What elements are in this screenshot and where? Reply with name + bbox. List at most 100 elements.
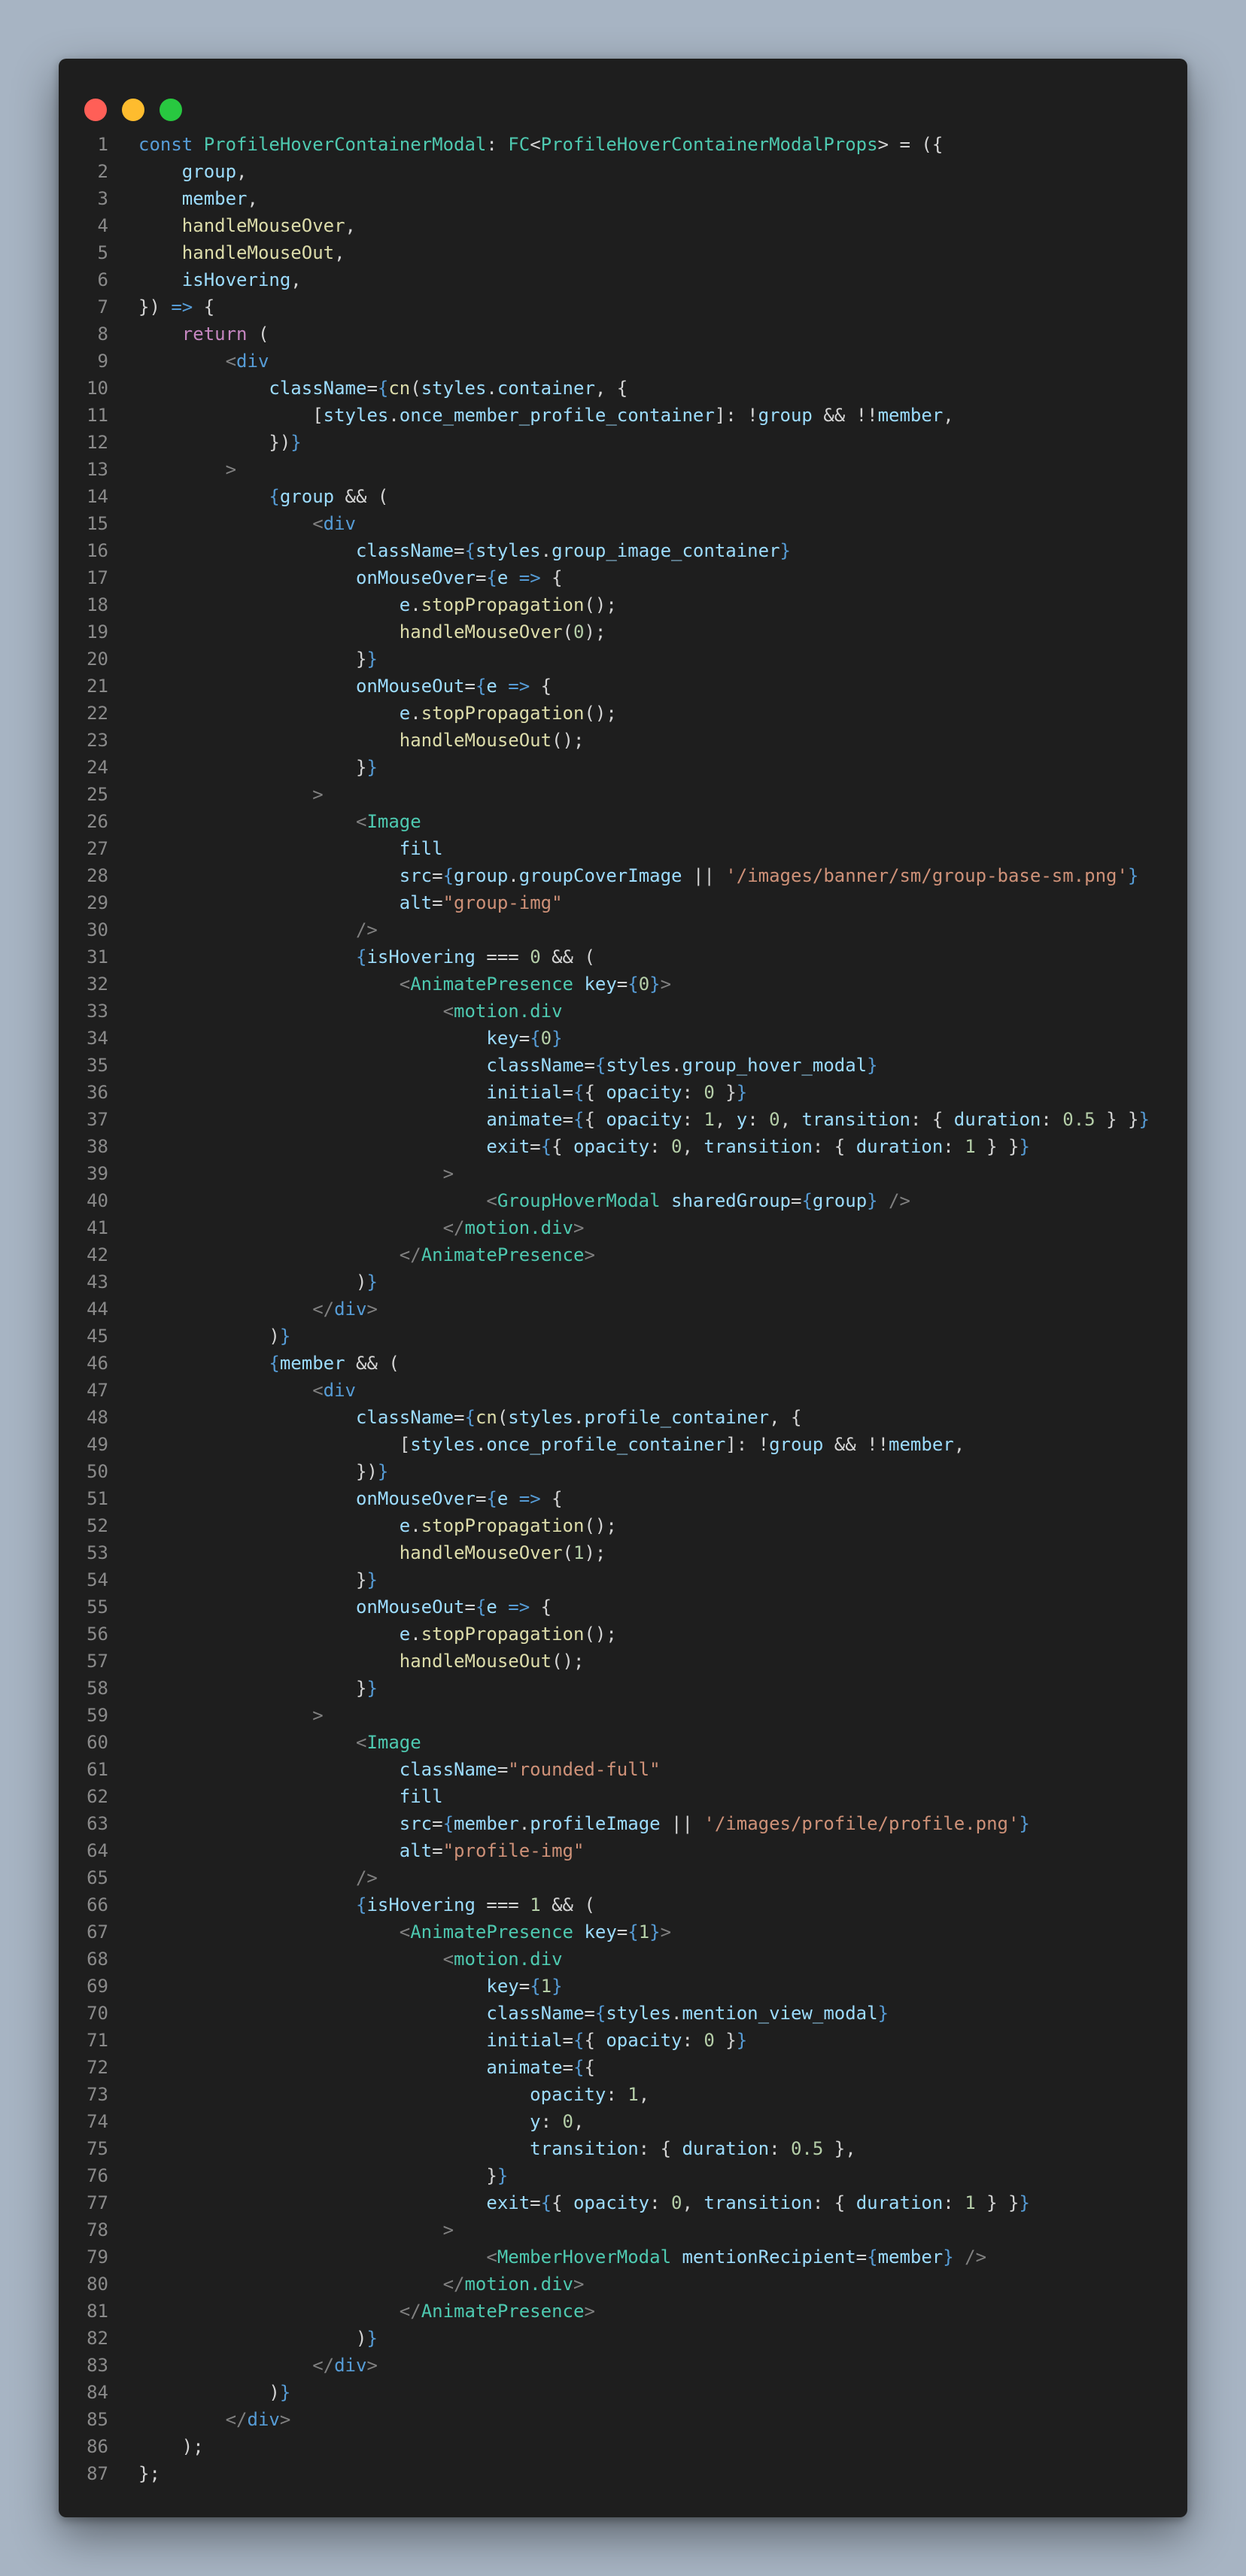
code-token: styles <box>323 405 389 426</box>
maximize-window-button[interactable] <box>160 99 182 121</box>
code-token: === <box>475 946 530 968</box>
code-token: ]: ! <box>714 405 758 426</box>
code-line: 3 member, <box>59 185 1187 212</box>
code-text: </div> <box>138 2352 378 2379</box>
code-token: { <box>801 1190 813 1211</box>
line-number: 86 <box>87 2436 108 2457</box>
code-token: const <box>138 134 204 155</box>
line-number: 58 <box>87 1678 108 1699</box>
code-token: > <box>573 2274 585 2295</box>
code-token: < <box>399 974 411 995</box>
code-line: 27 fill <box>59 835 1187 862</box>
code-token: => <box>497 676 530 697</box>
code-token: , <box>290 269 302 290</box>
code-line: 42 </AnimatePresence> <box>59 1241 1187 1268</box>
code-text: <Image <box>138 1729 421 1756</box>
code-token: || <box>682 865 726 886</box>
code-token: > <box>442 1163 454 1184</box>
line-number: 71 <box>87 2030 108 2051</box>
code-line: 25 > <box>59 781 1187 808</box>
code-token: } <box>714 1082 737 1103</box>
minimize-window-button[interactable] <box>122 99 144 121</box>
code-text: handleMouseOut, <box>138 239 345 266</box>
code-token: } <box>877 2003 889 2024</box>
code-token: </ <box>399 2301 421 2322</box>
code-token: : { <box>812 2192 856 2213</box>
code-token: 0 <box>562 2111 573 2132</box>
code-token: = <box>454 1407 465 1428</box>
code-token: e <box>486 1596 497 1618</box>
code-text: className={styles.group_image_container} <box>138 537 791 564</box>
code-token: > <box>660 1921 672 1943</box>
code-line: 28 src={group.groupCoverImage || '/image… <box>59 862 1187 889</box>
code-token: /> <box>965 2246 987 2268</box>
code-token: = <box>530 2192 541 2213</box>
code-token: < <box>486 2246 497 2268</box>
code-token: stopPropagation <box>421 594 585 615</box>
code-token: : <box>747 1109 770 1130</box>
code-token: . <box>410 1515 421 1536</box>
code-token: => <box>508 1488 541 1509</box>
code-token: </ <box>312 1299 335 1320</box>
code-text: handleMouseOver(0); <box>138 618 606 646</box>
code-line: 1 const ProfileHoverContainerModal: FC<Pr… <box>59 131 1187 158</box>
code-token: && !! <box>823 1434 889 1455</box>
line-number: 38 <box>87 1136 108 1157</box>
code-token: isHovering <box>366 946 476 968</box>
code-token: { <box>628 1921 639 1943</box>
code-line: 17 onMouseOver={e => { <box>59 564 1187 591</box>
code-text: ); <box>138 2433 204 2460</box>
code-token: > <box>225 459 237 480</box>
code-token: Image <box>366 811 421 832</box>
code-token: } <box>366 1678 378 1699</box>
code-token: cn <box>475 1407 497 1428</box>
code-token: = <box>562 1082 573 1103</box>
code-token: && !! <box>812 405 878 426</box>
close-window-button[interactable] <box>84 99 107 121</box>
code-token: group <box>812 1190 868 1211</box>
code-token: onMouseOut <box>355 1596 465 1618</box>
code-token: '/images/banner/sm/group-base-sm.png' <box>725 865 1128 886</box>
code-token: member <box>889 1434 954 1455</box>
code-token: } <box>138 2165 497 2186</box>
code-token: transition <box>801 1109 910 1130</box>
code-token: key <box>584 974 617 995</box>
line-number: 66 <box>87 1894 108 1915</box>
code-text: /> <box>138 916 378 943</box>
code-token: { <box>573 1082 585 1103</box>
code-text: )} <box>138 2325 378 2352</box>
line-number: 61 <box>87 1759 108 1780</box>
line-number: 32 <box>87 974 108 995</box>
code-text: > <box>138 1160 454 1187</box>
code-text: className={cn(styles.profile_container, … <box>138 1404 801 1431</box>
code-line: 37 animate={{ opacity: 1, y: 0, transiti… <box>59 1106 1187 1133</box>
code-token: { <box>552 1136 573 1157</box>
code-token: return <box>181 324 248 345</box>
code-token: }; <box>138 2463 160 2484</box>
code-token: stopPropagation <box>421 1515 585 1536</box>
code-text: e.stopPropagation(); <box>138 591 617 618</box>
code-token: stopPropagation <box>421 1624 585 1645</box>
code-token: } <box>138 1569 367 1590</box>
line-number: 57 <box>87 1651 108 1672</box>
code-line: 9 <div <box>59 348 1187 375</box>
code-text: </AnimatePresence> <box>138 1241 595 1268</box>
code-token: > <box>584 2301 595 2322</box>
code-token: alt <box>399 892 433 913</box>
code-token: profileImage <box>530 1813 661 1834</box>
code-text: fill <box>138 1783 443 1810</box>
code-token: /> <box>889 1190 910 1211</box>
code-token: isHovering <box>181 269 291 290</box>
code-token: { <box>540 2192 552 2213</box>
